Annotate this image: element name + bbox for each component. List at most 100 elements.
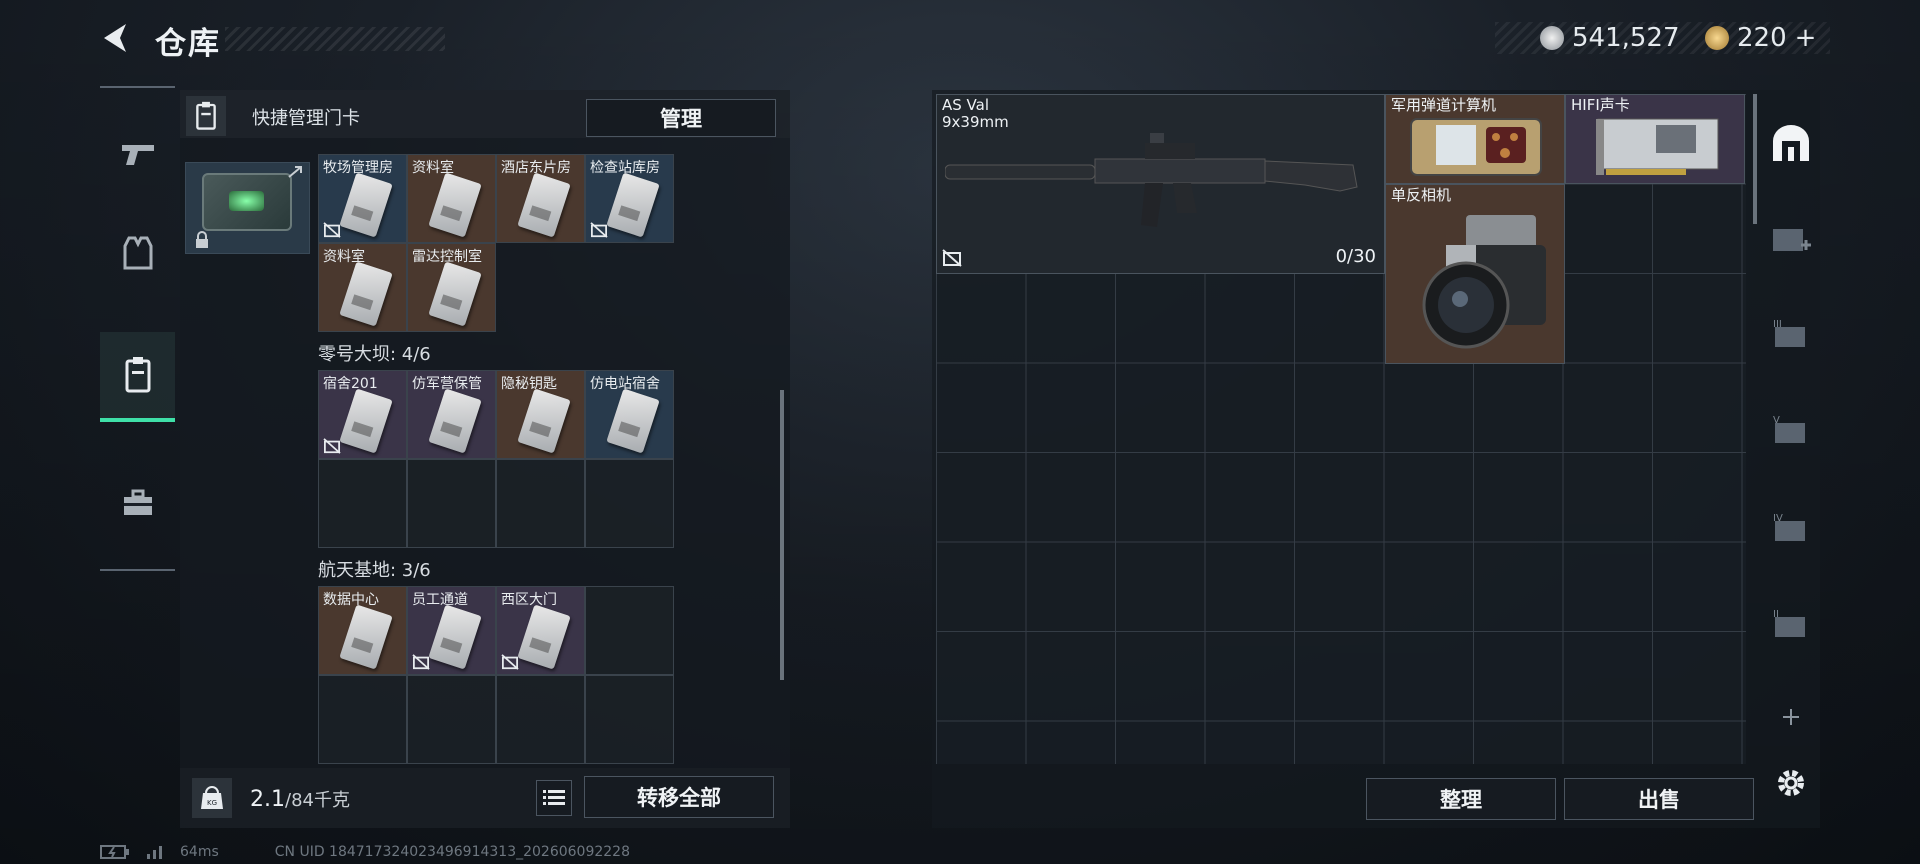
nav-toolbox[interactable]: [100, 458, 175, 548]
gold-plus-icon[interactable]: +: [1795, 23, 1817, 53]
keycard-slot[interactable]: 西区大门: [496, 586, 585, 675]
empty-keycard-slot[interactable]: [585, 586, 674, 675]
keycard-image: [339, 388, 393, 454]
storage-iii-icon: III: [1773, 319, 1805, 347]
computer-image: [1410, 118, 1542, 176]
plus-icon: [1783, 709, 1799, 725]
settings-button[interactable]: [1768, 760, 1814, 806]
keycard-name: 酒店东片房: [501, 160, 571, 176]
lock-icon: [196, 231, 208, 248]
keycard-slot[interactable]: 仿电站宿舍: [585, 370, 674, 459]
section-title-dam: 零号大坝: 4/6: [318, 344, 431, 365]
keycard-image: [428, 172, 482, 238]
gold-coin-icon: [1705, 26, 1729, 50]
storage-tab-2[interactable]: [1768, 216, 1814, 262]
keycard-name: 仿军营保管: [412, 376, 482, 392]
empty-keycard-slot[interactable]: [407, 459, 496, 548]
item-name: 单反相机: [1391, 186, 1452, 204]
ping-text: 64ms: [180, 844, 219, 860]
keycard-slot[interactable]: 隐秘钥匙: [496, 370, 585, 459]
empty-keycard-slot[interactable]: [496, 675, 585, 764]
status-bar: 64ms CN UID 184717324023496914313_202606…: [100, 842, 630, 862]
weight-current: 2.1: [250, 787, 285, 812]
empty-keycard-slot[interactable]: [496, 459, 585, 548]
keycard-name: 员工通道: [412, 592, 468, 608]
keycard-image: [428, 388, 482, 454]
empty-keycard-slot[interactable]: [407, 675, 496, 764]
keycard-slot[interactable]: 雷达控制室: [407, 243, 496, 332]
storage-tab-6[interactable]: II: [1768, 600, 1814, 646]
quick-manage-header: 快捷管理门卡 管理: [180, 90, 790, 138]
keycard-image: [428, 604, 482, 670]
arrow-icon: [288, 166, 302, 178]
keycard-slot[interactable]: 仿军营保管: [407, 370, 496, 459]
page-title: 仓库: [155, 26, 221, 62]
nav-keycards[interactable]: [100, 332, 175, 422]
item-hifi-soundcard[interactable]: HIFI声卡: [1565, 94, 1745, 184]
storage-tab-4[interactable]: V: [1768, 406, 1814, 452]
keycard-image: [339, 172, 393, 238]
item-as-val[interactable]: AS Val 9x39mm 0/30: [936, 94, 1385, 274]
soundcard-image: [1596, 118, 1719, 175]
add-storage-button[interactable]: [1768, 694, 1814, 740]
back-icon[interactable]: [98, 20, 134, 56]
transfer-all-button[interactable]: 转移全部: [584, 776, 774, 818]
empty-keycard-slot[interactable]: [318, 675, 407, 764]
list-view-button[interactable]: [536, 780, 572, 816]
no-insure-icon: [501, 654, 519, 670]
item-dslr-camera[interactable]: 单反相机: [1385, 184, 1565, 364]
storage-grid: AS Val 9x39mm 0/30 军用弹道计算机 HIFI声卡 单反相机: [936, 94, 1746, 764]
rifle-image: [945, 133, 1358, 227]
keycard-slot[interactable]: 宿舍201: [318, 370, 407, 459]
keycard-slot[interactable]: 资料室: [318, 243, 407, 332]
empty-keycard-slot[interactable]: [585, 459, 674, 548]
keycard-name: 检查站库房: [590, 160, 660, 176]
gold-currency[interactable]: 220 +: [1705, 22, 1816, 54]
keycard-image: [606, 388, 660, 454]
silver-coin-icon: [1540, 26, 1564, 50]
storage-tab-3[interactable]: III: [1768, 310, 1814, 356]
keycard-name: 数据中心: [323, 592, 379, 608]
weight-icon: KG: [192, 778, 232, 818]
keycard-image: [517, 604, 571, 670]
keycard-holder-icon: [186, 96, 226, 136]
empty-keycard-slot[interactable]: [585, 675, 674, 764]
keycard-image: [428, 261, 482, 327]
nav-equipment[interactable]: [100, 208, 175, 298]
manage-button[interactable]: 管理: [586, 99, 776, 137]
side-nav: [100, 86, 175, 571]
keycard-slot[interactable]: 牧场管理房: [318, 154, 407, 243]
nav-weapons[interactable]: [100, 108, 175, 198]
add-storage-icon: [1773, 229, 1811, 251]
keycard-image: [517, 172, 571, 238]
keycard-name: 宿舍201: [323, 376, 378, 392]
empty-keycard-slot[interactable]: [318, 459, 407, 548]
no-insure-icon: [323, 438, 341, 454]
keycard-case-image: [202, 173, 292, 231]
keycard-slot[interactable]: 员工通道: [407, 586, 496, 675]
toolbox-icon: [123, 489, 152, 515]
keycard-panel: 快捷管理门卡 管理 牧场管理房 资料室 酒店东片房 检查站库房 资料室 雷达控制室 零号大…: [180, 90, 790, 828]
item-ballistic-computer[interactable]: 军用弹道计算机: [1385, 94, 1565, 184]
scrollbar[interactable]: [1753, 94, 1757, 224]
vest-icon: [123, 236, 152, 270]
keycard-slot[interactable]: 数据中心: [318, 586, 407, 675]
battery-icon: [100, 845, 129, 859]
storage-tab-main[interactable]: [1768, 120, 1814, 166]
section-title-space-base: 航天基地: 3/6: [318, 560, 431, 581]
svg-text:KG: KG: [207, 799, 217, 807]
no-insure-icon: [590, 222, 608, 238]
silver-amount: 541,527: [1572, 23, 1680, 53]
right-footer: 整理 出售: [932, 768, 1762, 828]
keycard-case-slot[interactable]: [185, 162, 310, 254]
keycard-slot[interactable]: 资料室: [407, 154, 496, 243]
storage-ii-icon: II: [1773, 609, 1805, 637]
silver-currency: 541,527: [1540, 22, 1680, 54]
keycard-slot[interactable]: 酒店东片房: [496, 154, 585, 243]
keycard-slot[interactable]: 检查站库房: [585, 154, 674, 243]
sort-button[interactable]: 整理: [1366, 778, 1556, 820]
keycard-name: 仿电站宿舍: [590, 376, 660, 392]
scrollbar[interactable]: [780, 390, 784, 680]
storage-tab-5[interactable]: IV: [1768, 504, 1814, 550]
sell-button[interactable]: 出售: [1564, 778, 1754, 820]
